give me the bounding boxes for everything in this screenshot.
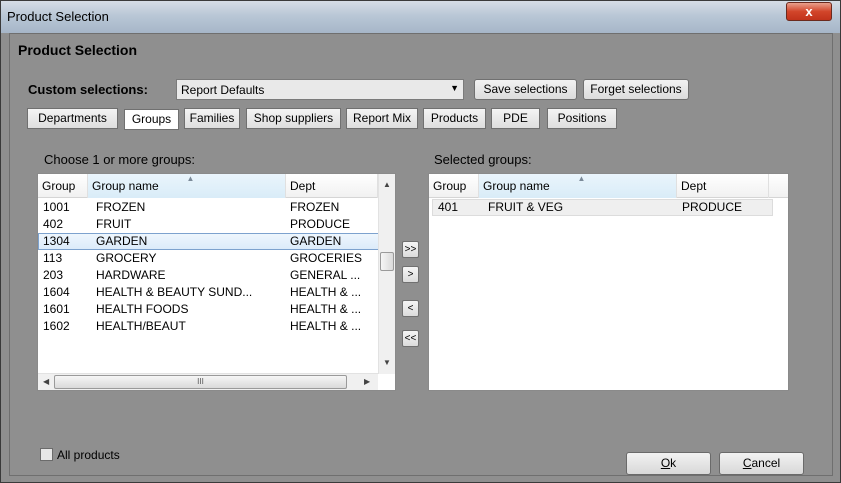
- row-group-name: HEALTH FOODS: [96, 302, 189, 316]
- table-row[interactable]: 113 GROCERY GROCERIES: [38, 250, 395, 267]
- tab-departments[interactable]: Departments: [27, 108, 118, 129]
- available-vertical-scrollbar[interactable]: ▲ ▼: [378, 174, 395, 374]
- row-dept: PRODUCE: [682, 200, 743, 214]
- close-button[interactable]: x: [786, 2, 832, 21]
- table-row[interactable]: 402 FRUIT PRODUCE: [38, 216, 395, 233]
- row-group: 1601: [43, 302, 70, 316]
- row-dept: PRODUCE: [290, 217, 351, 231]
- scroll-left-icon[interactable]: ◀: [43, 377, 49, 386]
- table-row-selected[interactable]: 1304 GARDEN GARDEN: [38, 233, 379, 250]
- scroll-up-icon[interactable]: ▲: [383, 180, 391, 189]
- sort-ascending-icon: ▲: [186, 174, 195, 183]
- available-horizontal-scrollbar[interactable]: ◀ III ▶: [38, 373, 378, 390]
- tab-shop-suppliers[interactable]: Shop suppliers: [246, 108, 341, 129]
- custom-selections-value: Report Defaults: [181, 83, 265, 97]
- custom-selections-label: Custom selections:: [28, 82, 148, 97]
- window-title: Product Selection: [7, 9, 109, 24]
- selected-groups-list[interactable]: Group ▲ Group name Dept 401 FRUIT & VEG …: [428, 173, 789, 391]
- row-dept: FROZEN: [290, 200, 340, 214]
- ok-label-rest: k: [670, 456, 677, 470]
- row-group: 113: [43, 251, 63, 265]
- row-group: 401: [438, 200, 459, 214]
- available-list-header: Group ▲ Group name Dept: [38, 174, 395, 198]
- custom-selections-dropdown[interactable]: Report Defaults ▼: [176, 79, 464, 100]
- row-group: 1001: [43, 200, 70, 214]
- sort-ascending-icon: ▲: [577, 174, 586, 183]
- row-group-name: GROCERY: [96, 251, 157, 265]
- row-dept: HEALTH & ...: [290, 302, 362, 316]
- scroll-grip-icon: III: [197, 377, 204, 386]
- scroll-right-icon[interactable]: ▶: [364, 377, 370, 386]
- all-products-checkbox[interactable]: [40, 448, 53, 461]
- row-dept: GARDEN: [290, 234, 342, 248]
- row-group-name: HARDWARE: [96, 268, 166, 282]
- row-group-name: HEALTH & BEAUTY SUND...: [96, 285, 253, 299]
- row-dept: GENERAL ...: [290, 268, 361, 282]
- column-header-group-name-label: Group name: [92, 179, 159, 193]
- column-header-group-name[interactable]: ▲ Group name: [479, 174, 677, 198]
- title-bar[interactable]: Product Selection x: [1, 1, 840, 33]
- remove-button[interactable]: <: [402, 300, 419, 317]
- tab-pde[interactable]: PDE: [491, 108, 540, 129]
- table-row[interactable]: 1001 FROZEN FROZEN: [38, 199, 395, 216]
- table-row[interactable]: 401 FRUIT & VEG PRODUCE: [432, 199, 773, 216]
- row-group-name: HEALTH/BEAUT: [96, 319, 186, 333]
- available-groups-list[interactable]: Group ▲ Group name Dept 1001 FROZEN FROZ…: [37, 173, 396, 391]
- dropdown-arrow-icon[interactable]: ▼: [450, 83, 459, 93]
- row-dept: GROCERIES: [290, 251, 363, 265]
- cancel-label-rest: ancel: [751, 456, 781, 470]
- column-header-group-name-label: Group name: [483, 179, 550, 193]
- row-group: 402: [43, 217, 64, 231]
- all-products-label: All products: [57, 448, 120, 462]
- remove-all-button[interactable]: <<: [402, 330, 419, 347]
- tab-products[interactable]: Products: [423, 108, 486, 129]
- dialog-client-area: Product Selection Custom selections: Rep…: [9, 33, 833, 476]
- selected-groups-label: Selected groups:: [434, 152, 532, 167]
- row-group: 1304: [43, 234, 70, 248]
- close-icon: x: [805, 4, 813, 19]
- ok-accelerator: O: [660, 456, 671, 470]
- panel-title: Product Selection: [18, 42, 138, 58]
- column-header-group[interactable]: Group: [429, 174, 479, 198]
- row-dept: HEALTH & ...: [290, 285, 362, 299]
- cancel-button[interactable]: Cancel: [719, 452, 804, 475]
- column-header-group[interactable]: Group: [38, 174, 88, 198]
- row-dept: HEALTH & ...: [290, 319, 362, 333]
- selected-list-header: Group ▲ Group name Dept: [429, 174, 788, 198]
- table-row[interactable]: 1604 HEALTH & BEAUTY SUND... HEALTH & ..…: [38, 284, 395, 301]
- scroll-down-icon[interactable]: ▼: [383, 358, 391, 367]
- tab-families[interactable]: Families: [184, 108, 240, 129]
- add-all-button[interactable]: >>: [402, 241, 419, 258]
- tab-positions[interactable]: Positions: [547, 108, 617, 129]
- forget-selections-button[interactable]: Forget selections: [583, 79, 689, 100]
- column-header-dept[interactable]: Dept: [677, 174, 769, 198]
- product-selection-window: Product Selection x Product Selection Cu…: [0, 0, 841, 483]
- horizontal-scroll-thumb[interactable]: III: [54, 375, 347, 389]
- choose-groups-label: Choose 1 or more groups:: [44, 152, 196, 167]
- tab-report-mix[interactable]: Report Mix: [346, 108, 418, 129]
- row-group-name: GARDEN: [96, 234, 148, 248]
- table-row[interactable]: 203 HARDWARE GENERAL ...: [38, 267, 395, 284]
- row-group-name: FROZEN: [96, 200, 146, 214]
- add-button[interactable]: >: [402, 266, 419, 283]
- save-selections-button[interactable]: Save selections: [474, 79, 577, 100]
- table-row[interactable]: 1602 HEALTH/BEAUT HEALTH & ...: [38, 318, 395, 335]
- table-row[interactable]: 1601 HEALTH FOODS HEALTH & ...: [38, 301, 395, 318]
- column-header-dept[interactable]: Dept: [286, 174, 378, 198]
- tab-groups[interactable]: Groups: [124, 109, 179, 130]
- ok-button[interactable]: Ok: [626, 452, 711, 475]
- row-group-name: FRUIT & VEG: [488, 200, 564, 214]
- column-header-group-name[interactable]: ▲ Group name: [88, 174, 286, 198]
- row-group: 1604: [43, 285, 70, 299]
- row-group: 203: [43, 268, 64, 282]
- row-group: 1602: [43, 319, 70, 333]
- row-group-name: FRUIT: [96, 217, 132, 231]
- vertical-scroll-thumb[interactable]: [380, 252, 394, 271]
